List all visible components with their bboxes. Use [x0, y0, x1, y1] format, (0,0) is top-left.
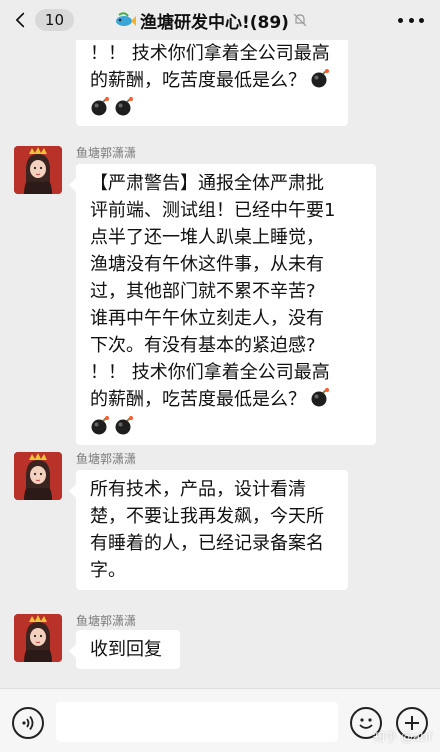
avatar[interactable]: [14, 614, 62, 662]
mute-bell-icon: [293, 13, 307, 27]
avatar-image: [14, 146, 62, 194]
unread-count-badge: 10: [34, 9, 74, 31]
more-dots-icon: [398, 17, 403, 23]
bomb-emoji-icon: [311, 388, 329, 407]
avatar-image: [14, 614, 62, 662]
chat-title: 渔塘研发中心!(89): [114, 8, 307, 33]
avatar[interactable]: [14, 452, 62, 500]
message-line: 【严肃警告】通报全体严肃批: [90, 173, 324, 194]
message-bubble[interactable]: 所有技术，产品，设计看清 楚，不要让我再发飙，今天所 有睡着的人，已经记录备案名…: [69, 470, 348, 590]
bomb-emoji-icon: [115, 416, 133, 435]
voice-button[interactable]: [12, 707, 44, 739]
message-line: 谁再中午午休立刻走人，没有: [90, 308, 324, 329]
chevron-left-icon: [16, 12, 25, 28]
bomb-emoji-icon: [91, 416, 109, 435]
message-input[interactable]: [56, 702, 338, 742]
avatar-image: [14, 452, 62, 500]
message-line: 收到回复: [90, 639, 162, 660]
message-line: ！！ 技术你们拿着全公司最高: [90, 43, 330, 64]
message-bubble[interactable]: 【严肃警告】通报全体严肃批 评前端、测试组！已经中午要1 点半了还一堆人趴桌上睡…: [69, 164, 376, 445]
message-line: 过，其他部门就不累不辛苦?: [90, 281, 316, 302]
bomb-emoji-icon: [311, 69, 329, 88]
message-line: 字。: [90, 560, 126, 581]
avatar[interactable]: [14, 146, 62, 194]
bomb-row: [90, 413, 364, 439]
message-line: 所有技术，产品，设计看清: [90, 479, 306, 500]
sender-name: 鱼塘郭潇潇: [76, 452, 137, 466]
back-button[interactable]: 10: [14, 5, 74, 35]
message-line: 点半了还一堆人趴桌上睡觉，: [90, 227, 324, 248]
message-line: 评前端、测试组！已经中午要1: [90, 200, 336, 221]
chat-header: 10 渔塘研发中心!(89): [0, 0, 440, 40]
sender-name: 鱼塘郭潇潇: [76, 146, 137, 160]
chat-title-text: 渔塘研发中心!(89): [140, 12, 289, 33]
bomb-emoji-icon: [115, 97, 133, 116]
voice-icon: [22, 715, 34, 731]
message-line: 下次。有没有基本的紧迫感?: [90, 335, 316, 356]
sender-name: 鱼塘郭潇潇: [76, 614, 137, 628]
message-bubble[interactable]: 收到回复: [69, 630, 180, 669]
bomb-emoji-icon: [91, 97, 109, 116]
message-line: 渔塘没有午休这件事，从未有: [90, 254, 324, 275]
message-line: 的薪酬，吃苦度最低是么？: [90, 67, 336, 94]
chat-area[interactable]: ！！ 技术你们拿着全公司最高 的薪酬，吃苦度最低是么？ 鱼塘郭潇潇 【严肃警告】…: [0, 40, 440, 688]
message-line: 的薪酬，吃苦度最低是么？: [90, 386, 364, 413]
message-line: 楚，不要让我再发飙，今天所: [90, 506, 324, 527]
fish-icon: [116, 12, 136, 26]
watermark: 知乎 @abf: [372, 730, 432, 744]
message-line: 有睡着的人，已经记录备案名: [90, 533, 324, 554]
more-button[interactable]: [398, 12, 424, 28]
message-bubble[interactable]: ！！ 技术你们拿着全公司最高 的薪酬，吃苦度最低是么？: [76, 40, 348, 126]
bomb-row: [90, 94, 336, 120]
message-line: ！！ 技术你们拿着全公司最高: [90, 362, 330, 383]
